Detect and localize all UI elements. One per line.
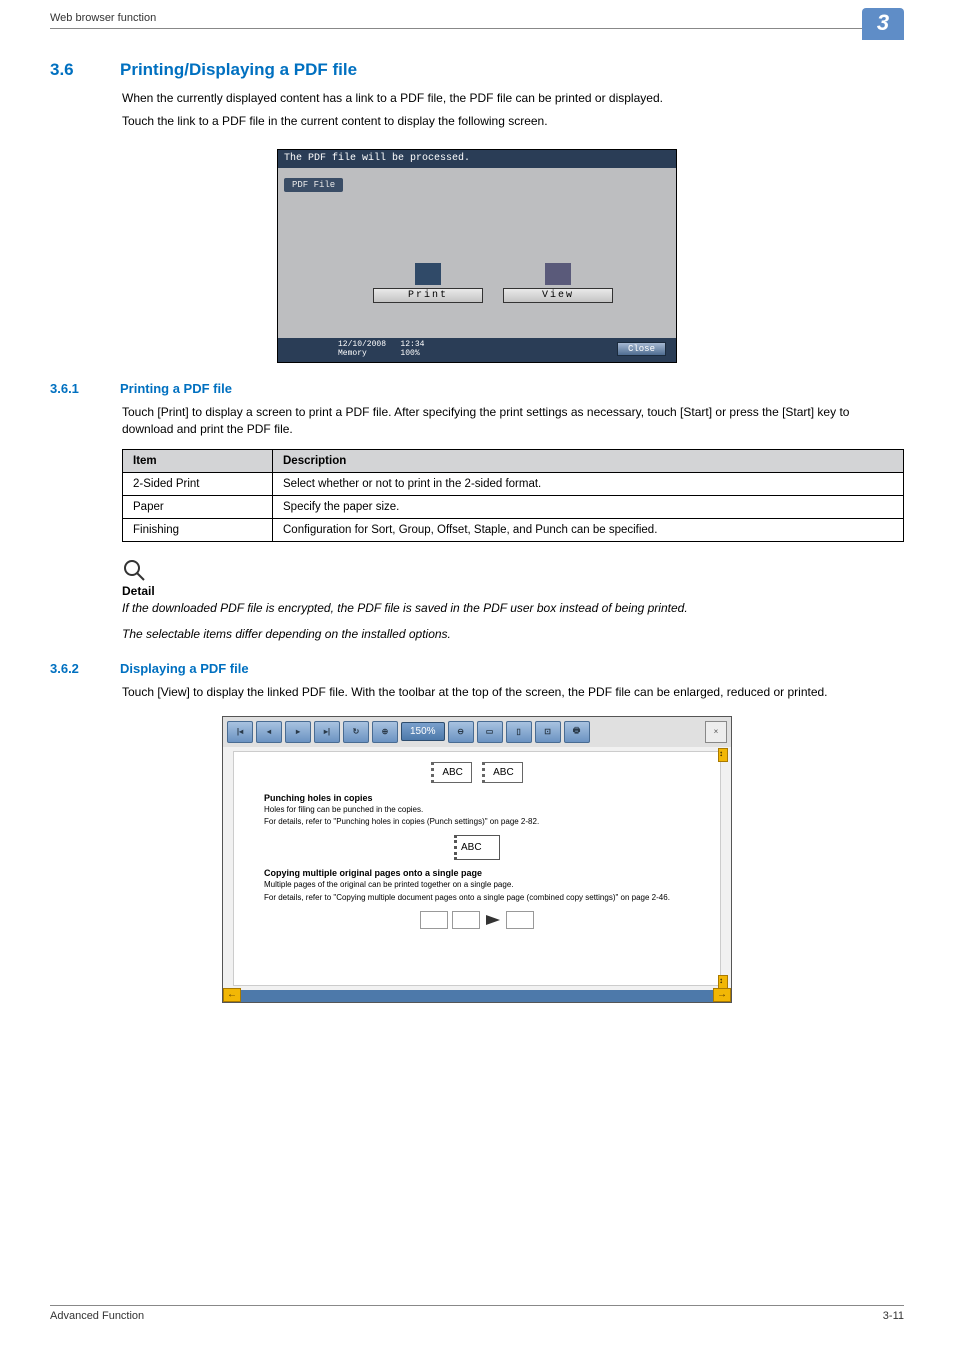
paragraph: Touch [Print] to display a screen to pri… [122, 404, 904, 439]
print-icon [415, 263, 441, 285]
next-page-button[interactable]: ▸ [285, 721, 311, 743]
zoom-level[interactable]: 150% [401, 722, 445, 741]
sample-box: ABC [431, 762, 472, 783]
view-icon [545, 263, 571, 285]
datetime-memory: 12/10/2008 12:34 Memory 100% [338, 340, 424, 358]
detail-label: Detail [122, 584, 904, 598]
scroll-right-button[interactable]: → [713, 988, 731, 1002]
subsection-title: Printing a PDF file [120, 381, 232, 396]
pdf-text: For details, refer to "Copying multiple … [264, 893, 690, 903]
pdf-page-view: ↕ ABC ABC Punching holes in copies Holes… [233, 751, 721, 986]
pdf-text: Multiple pages of the original can be pr… [264, 880, 690, 890]
td-item: Finishing [123, 518, 273, 541]
zoom-in-button[interactable]: ⊕ [372, 721, 398, 743]
fit-width-button[interactable]: ▭ [477, 721, 503, 743]
print-button[interactable]: 🖶 [564, 721, 590, 743]
scroll-left-button[interactable]: ← [223, 988, 241, 1002]
prev-page-button[interactable]: ◂ [256, 721, 282, 743]
sample-box: ABC [454, 835, 500, 860]
td-item: Paper [123, 495, 273, 518]
subsection-title: Displaying a PDF file [120, 661, 249, 676]
running-header: Web browser function [50, 12, 156, 24]
pdf-file-tab: PDF File [284, 178, 343, 192]
view-button[interactable]: View [503, 263, 613, 303]
pdf-text: Punching holes in copies [264, 793, 690, 803]
paragraph: Touch the link to a PDF file in the curr… [122, 113, 904, 130]
footer-page: 3-11 [883, 1310, 904, 1322]
subsection-number: 3.6.2 [50, 661, 120, 676]
screenshot-pdf-viewer: |◂ ◂ ▸ ▸| ↻ ⊕ 150% ⊖ ▭ ▯ ⊡ 🖶 × ↕ ABC ABC… [222, 716, 732, 1003]
section-heading: 3.6Printing/Displaying a PDF file [50, 60, 904, 80]
scroll-down-button[interactable]: ↕ [718, 975, 728, 989]
th-item: Item [123, 449, 273, 472]
combine-diagram [264, 911, 690, 929]
detail-text: If the downloaded PDF file is encrypted,… [122, 600, 904, 617]
td-desc: Configuration for Sort, Group, Offset, S… [273, 518, 904, 541]
pdf-text: Copying multiple original pages onto a s… [264, 868, 690, 878]
td-item: 2-Sided Print [123, 472, 273, 495]
screenshot-pdf-process: The PDF file will be processed. PDF File… [277, 149, 677, 363]
table-row: 2-Sided Print Select whether or not to p… [123, 472, 904, 495]
settings-table: Item Description 2-Sided Print Select wh… [122, 449, 904, 542]
first-page-button[interactable]: |◂ [227, 721, 253, 743]
paragraph: Touch [View] to display the linked PDF f… [122, 684, 904, 701]
scroll-up-button[interactable]: ↕ [718, 748, 728, 762]
th-description: Description [273, 449, 904, 472]
close-button[interactable]: × [705, 721, 727, 743]
paragraph: When the currently displayed content has… [122, 90, 904, 107]
select-button[interactable]: ⊡ [535, 721, 561, 743]
pdf-toolbar: |◂ ◂ ▸ ▸| ↻ ⊕ 150% ⊖ ▭ ▯ ⊡ 🖶 × [223, 717, 731, 747]
pdf-text: Holes for filing can be punched in the c… [264, 805, 690, 815]
table-row: Paper Specify the paper size. [123, 495, 904, 518]
print-button[interactable]: Print [373, 263, 483, 303]
subsection-number: 3.6.1 [50, 381, 120, 396]
subsection-heading: 3.6.2Displaying a PDF file [50, 661, 904, 676]
section-title: Printing/Displaying a PDF file [120, 60, 357, 79]
fit-page-button[interactable]: ▯ [506, 721, 532, 743]
detail-text: The selectable items differ depending on… [122, 626, 904, 643]
subsection-heading: 3.6.1Printing a PDF file [50, 381, 904, 396]
section-number: 3.6 [50, 60, 120, 80]
detail-icon [122, 558, 904, 582]
print-label: Print [373, 288, 483, 303]
td-desc: Specify the paper size. [273, 495, 904, 518]
last-page-button[interactable]: ▸| [314, 721, 340, 743]
close-button[interactable]: Close [617, 342, 666, 356]
pdf-text: For details, refer to "Punching holes in… [264, 817, 690, 827]
td-desc: Select whether or not to print in the 2-… [273, 472, 904, 495]
screenshot-title-bar: The PDF file will be processed. [278, 150, 676, 168]
table-row: Finishing Configuration for Sort, Group,… [123, 518, 904, 541]
view-label: View [503, 288, 613, 303]
rotate-button[interactable]: ↻ [343, 721, 369, 743]
sample-box: ABC [482, 762, 523, 783]
footer-title: Advanced Function [50, 1310, 144, 1322]
chapter-tab: 3 [862, 8, 904, 40]
h-scrollbar[interactable]: ← → [223, 990, 731, 1002]
zoom-out-button[interactable]: ⊖ [448, 721, 474, 743]
table-head-row: Item Description [123, 449, 904, 472]
